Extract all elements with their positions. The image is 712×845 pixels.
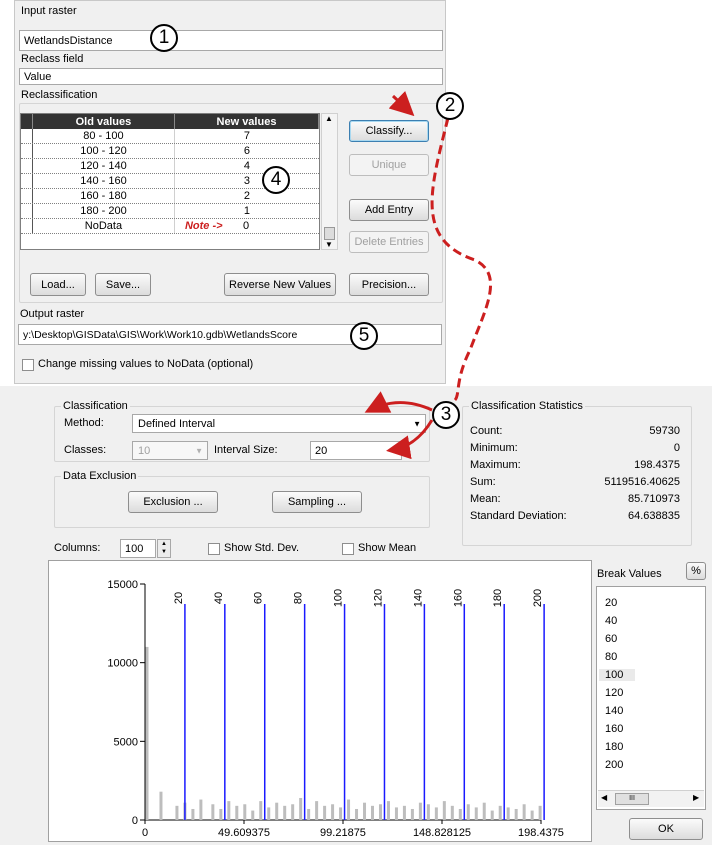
dashed-connector (430, 117, 493, 402)
arrow-to-classify (388, 90, 415, 117)
arrow-to-interval (386, 419, 434, 460)
callout-2: 2 (436, 92, 464, 120)
annotation-overlay (364, 90, 493, 460)
callout-3: 3 (432, 401, 460, 429)
callout-4: 4 (262, 166, 290, 194)
callout-1: 1 (150, 24, 178, 52)
arrow-to-method (364, 391, 433, 413)
callout-5: 5 (350, 322, 378, 350)
